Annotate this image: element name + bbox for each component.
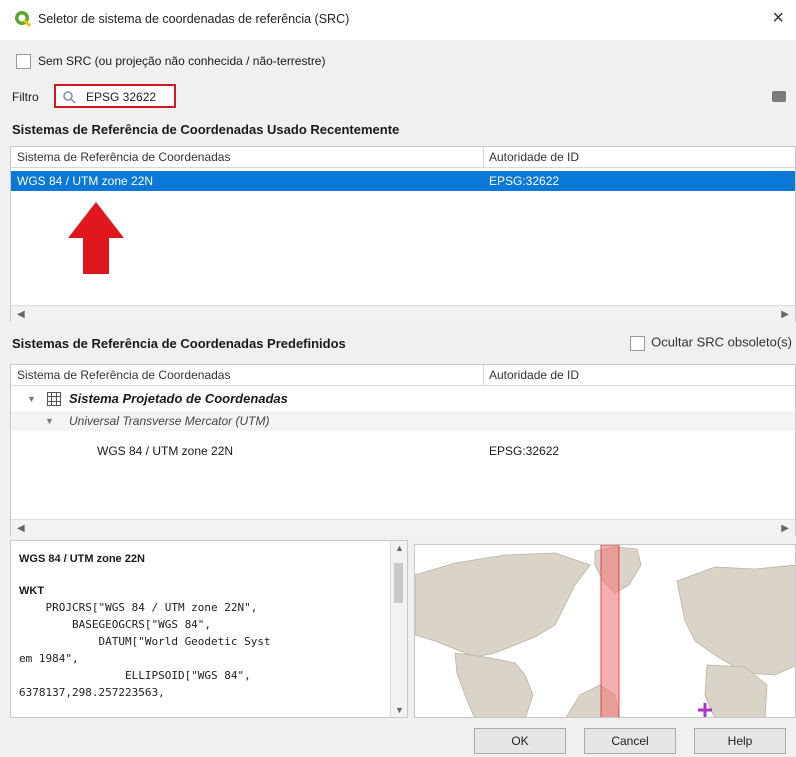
- world-map: [415, 545, 795, 717]
- hide-deprecated-option[interactable]: Ocultar SRC obsoleto(s): [630, 334, 792, 352]
- scroll-right-icon[interactable]: ▶: [781, 309, 789, 320]
- title-bar: Seletor de sistema de coordenadas de ref…: [0, 0, 796, 40]
- scroll-thumb[interactable]: [394, 563, 403, 603]
- recent-table-header: Sistema de Referência de Coordenadas Aut…: [11, 147, 795, 168]
- expand-arrow-icon[interactable]: ▼: [27, 394, 36, 404]
- recent-row-authid: EPSG:32622: [489, 174, 560, 188]
- close-icon[interactable]: ×: [772, 8, 784, 28]
- column-crs[interactable]: Sistema de Referência de Coordenadas: [17, 150, 230, 164]
- predefined-row-authid: EPSG:32622: [489, 444, 560, 458]
- recent-horizontal-scrollbar[interactable]: ◀ ▶: [11, 305, 795, 322]
- dialog-title: Seletor de sistema de coordenadas de ref…: [38, 12, 350, 26]
- filter-label: Filtro: [12, 90, 39, 104]
- group-label: Sistema Projetado de Coordenadas: [69, 391, 288, 406]
- filter-input[interactable]: EPSG 32622: [54, 84, 176, 108]
- expand-arrow-icon[interactable]: ▼: [45, 416, 54, 426]
- scroll-right-icon[interactable]: ▶: [781, 523, 789, 534]
- crs-details-panel: WGS 84 / UTM zone 22N WKT PROJCRS["WGS 8…: [10, 540, 408, 718]
- crs-details-name: WGS 84 / UTM zone 22N: [19, 553, 145, 565]
- no-crs-option[interactable]: Sem SRC (ou projeção não conhecida / não…: [0, 50, 796, 72]
- wkt-label: WKT: [19, 585, 45, 597]
- scroll-left-icon[interactable]: ◀: [17, 309, 25, 320]
- hide-deprecated-checkbox[interactable]: [630, 336, 646, 352]
- qgis-icon: [15, 11, 32, 28]
- predefined-horizontal-scrollbar[interactable]: ◀ ▶: [11, 519, 795, 536]
- recent-row-name: WGS 84 / UTM zone 22N: [17, 174, 154, 188]
- no-crs-checkbox[interactable]: [16, 54, 31, 69]
- scroll-left-icon[interactable]: ◀: [17, 523, 25, 534]
- predefined-table-header: Sistema de Referência de Coordenadas Aut…: [11, 365, 795, 386]
- search-icon: [63, 91, 76, 104]
- subgroup-label: Universal Transverse Mercator (UTM): [69, 414, 270, 428]
- ok-button[interactable]: OK: [474, 728, 566, 754]
- column-authid[interactable]: Autoridade de ID: [489, 150, 579, 164]
- scroll-up-icon[interactable]: ▲: [395, 543, 404, 553]
- column-crs[interactable]: Sistema de Referência de Coordenadas: [17, 368, 230, 382]
- crs-selector-dialog: Seletor de sistema de coordenadas de ref…: [0, 0, 796, 757]
- no-crs-label: Sem SRC (ou projeção não conhecida / não…: [38, 54, 326, 68]
- clear-icon[interactable]: [772, 91, 786, 102]
- predefined-section-title: Sistemas de Referência de Coordenadas Pr…: [12, 336, 346, 351]
- hide-deprecated-label: Ocultar SRC obsoleto(s): [651, 334, 792, 350]
- column-authid[interactable]: Autoridade de ID: [489, 368, 579, 382]
- filter-row: Filtro EPSG 32622: [0, 84, 796, 110]
- cancel-button[interactable]: Cancel: [584, 728, 676, 754]
- recent-section-title: Sistemas de Referência de Coordenadas Us…: [12, 122, 400, 137]
- tree-subgroup-utm[interactable]: ▼ Universal Transverse Mercator (UTM): [11, 411, 795, 431]
- grid-icon: [47, 392, 61, 406]
- details-vertical-scrollbar[interactable]: ▲ ▼: [390, 541, 407, 717]
- wkt-text: PROJCRS["WGS 84 / UTM zone 22N", BASEGEO…: [19, 601, 271, 699]
- recent-crs-table: Sistema de Referência de Coordenadas Aut…: [10, 146, 796, 322]
- predefined-crs-table: Sistema de Referência de Coordenadas Aut…: [10, 364, 796, 536]
- filter-value: EPSG 32622: [86, 90, 157, 104]
- predefined-crs-row[interactable]: WGS 84 / UTM zone 22N EPSG:32622: [11, 441, 795, 461]
- tree-group-projected[interactable]: ▼ Sistema Projetado de Coordenadas: [11, 389, 795, 409]
- scroll-down-icon[interactable]: ▼: [395, 705, 404, 715]
- recent-row[interactable]: WGS 84 / UTM zone 22N EPSG:32622: [11, 171, 795, 191]
- red-up-arrow-icon: [68, 202, 124, 274]
- predefined-row-name: WGS 84 / UTM zone 22N: [97, 444, 234, 458]
- help-button[interactable]: Help: [694, 728, 786, 754]
- crs-extent-map: [414, 544, 796, 718]
